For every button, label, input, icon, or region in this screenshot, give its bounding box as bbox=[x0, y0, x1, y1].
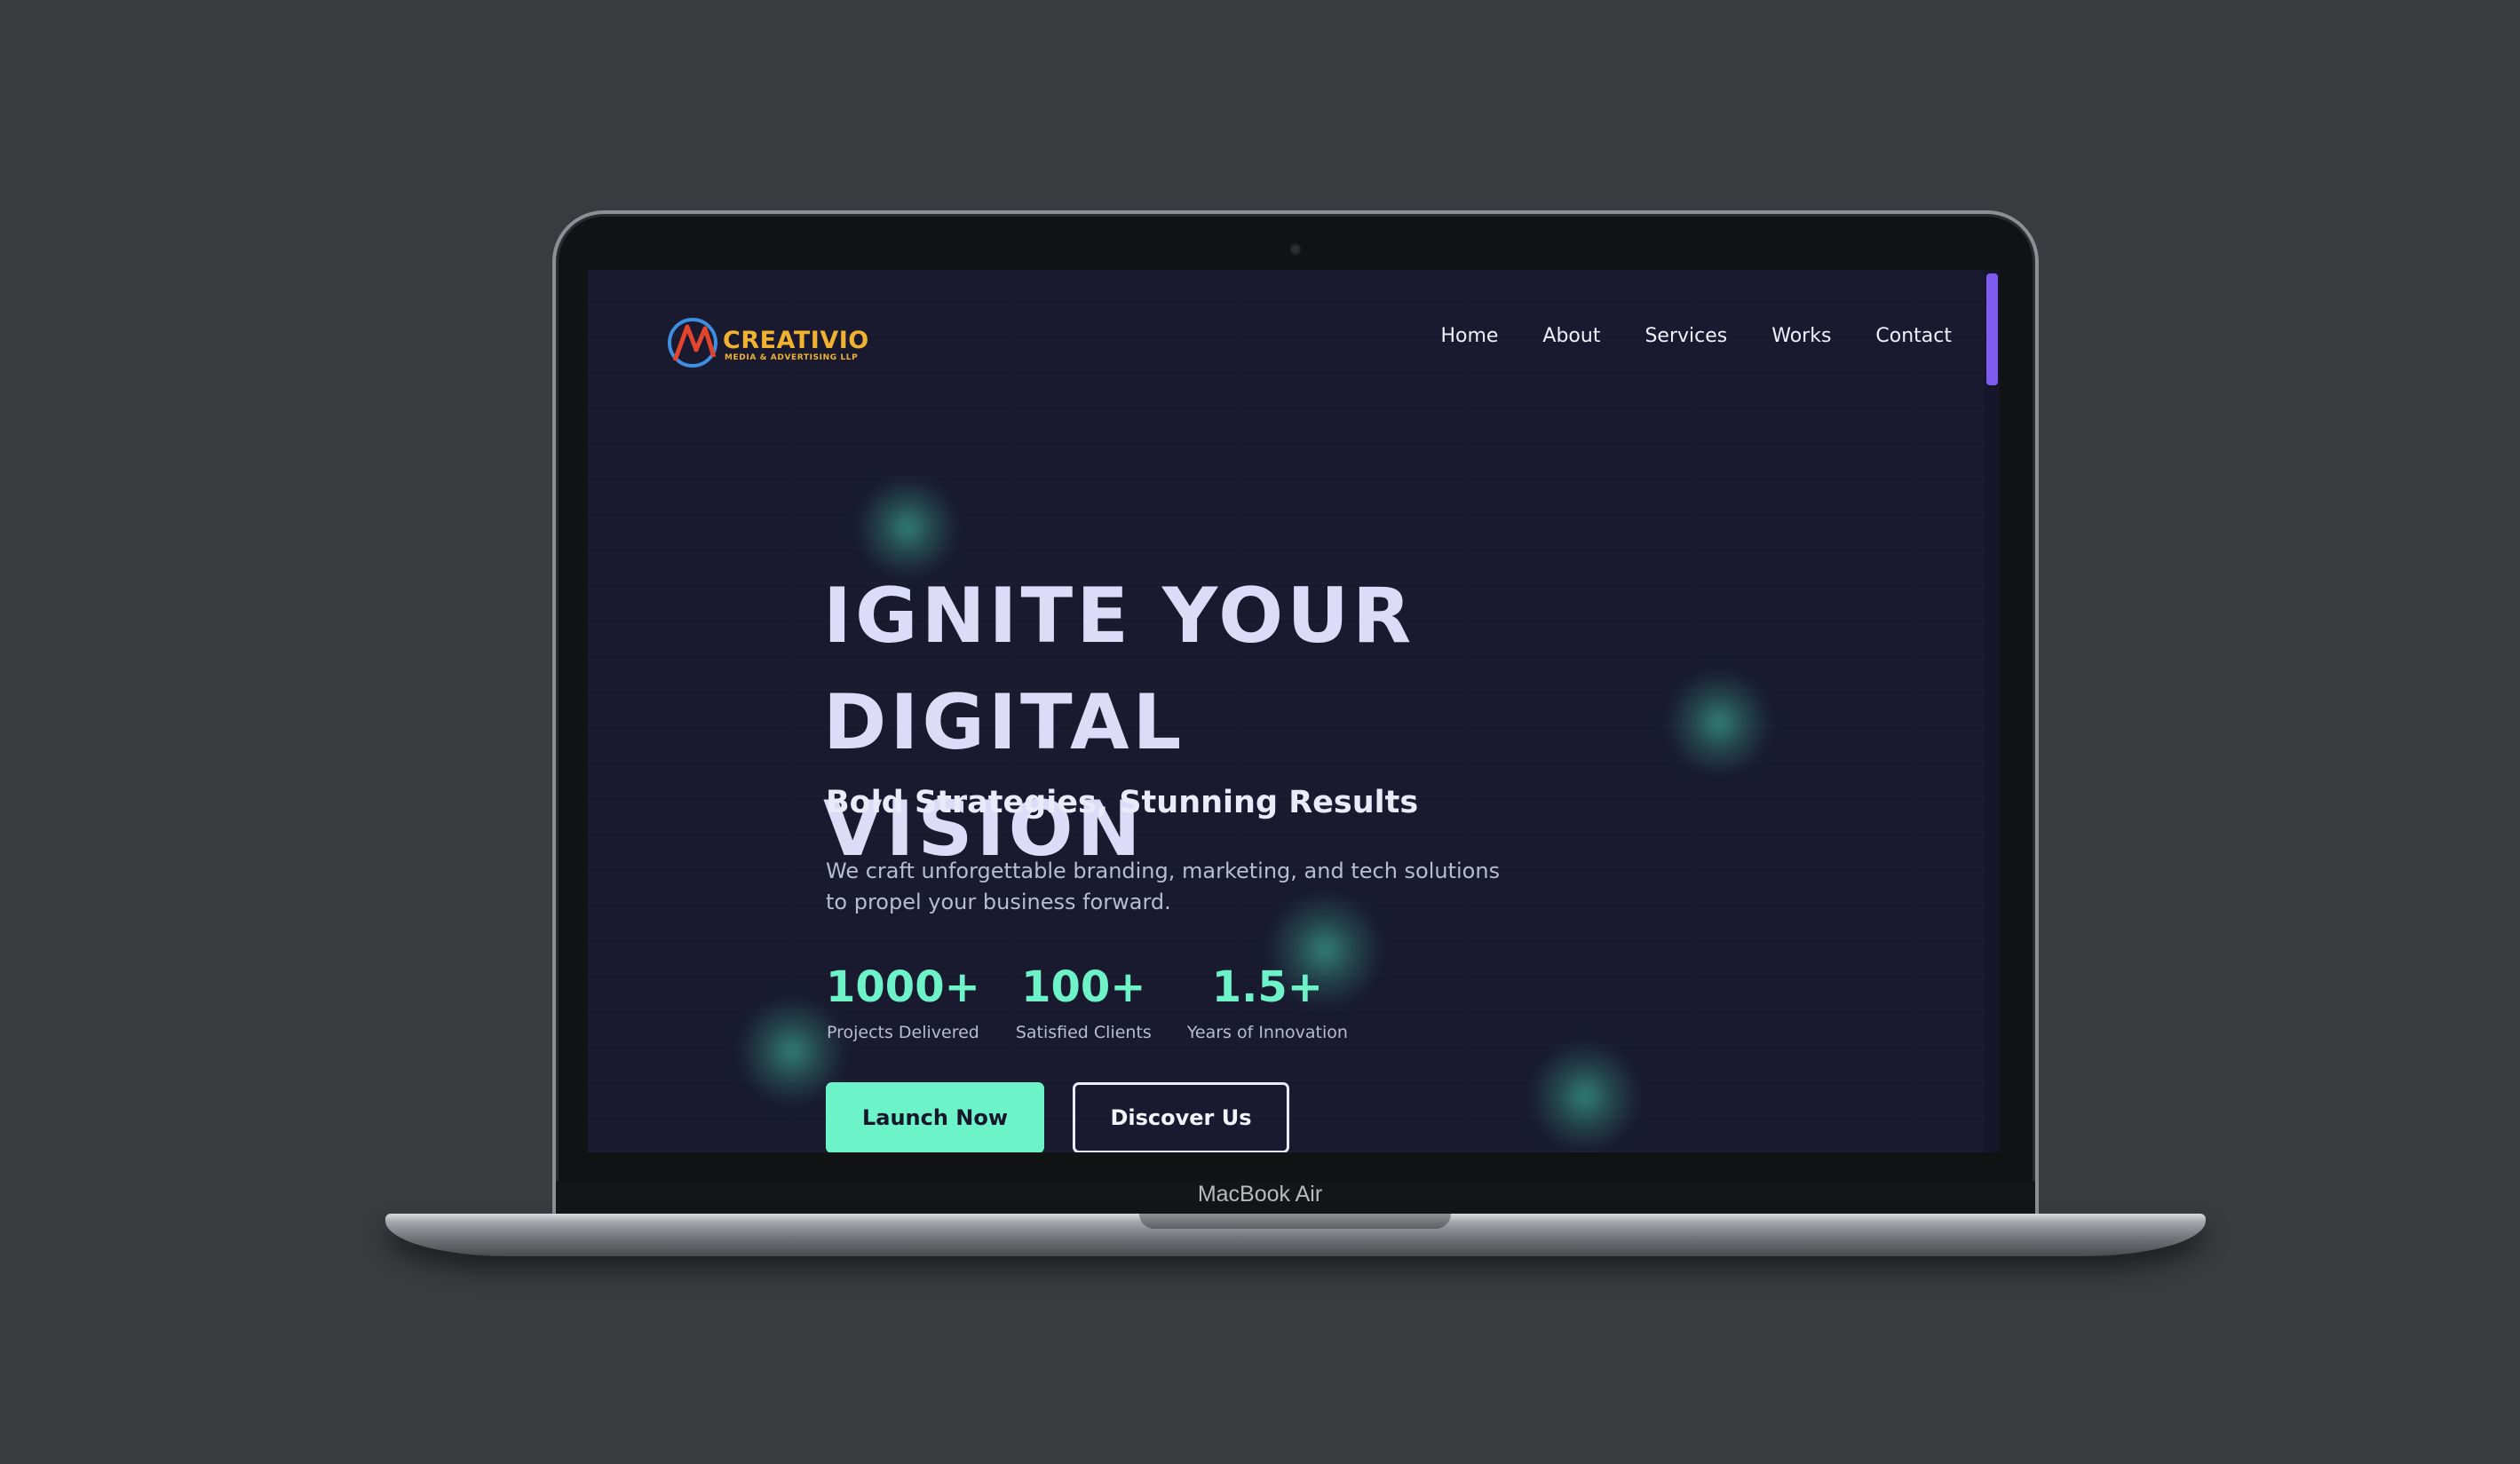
scrollbar-thumb[interactable] bbox=[1986, 273, 1998, 385]
nav-home[interactable]: Home bbox=[1440, 325, 1498, 347]
stat-years: 1.5+ Years of Innovation bbox=[1187, 961, 1348, 1042]
launch-now-button[interactable]: Launch Now bbox=[826, 1082, 1044, 1152]
nav-contact[interactable]: Contact bbox=[1875, 325, 1952, 347]
stat-value: 1000+ bbox=[826, 962, 980, 1012]
stat-value: 100+ bbox=[1021, 962, 1146, 1012]
glow-decoration bbox=[1527, 1039, 1643, 1152]
logo-tagline: MEDIA & ADVERTISING LLP bbox=[725, 353, 859, 362]
hero-title: IGNITE YOUR DIGITAL VISION bbox=[823, 563, 1800, 882]
mockup-stage: CREATIVIO MEDIA & ADVERTISING LLP Home A… bbox=[0, 0, 2520, 1464]
browser-viewport: CREATIVIO MEDIA & ADVERTISING LLP Home A… bbox=[588, 270, 2000, 1152]
laptop-notch bbox=[1139, 1214, 1451, 1229]
main-nav: Home About Services Works Contact bbox=[1440, 325, 1952, 347]
scrollbar-track[interactable] bbox=[1985, 270, 2000, 1152]
stat-clients: 100+ Satisfied Clients bbox=[1016, 961, 1152, 1042]
stat-label: Satisfied Clients bbox=[1015, 1023, 1152, 1042]
hero-description: We craft unforgettable branding, marketi… bbox=[826, 859, 1501, 914]
nav-works[interactable]: Works bbox=[1771, 325, 1831, 347]
stat-value: 1.5+ bbox=[1211, 962, 1323, 1012]
discover-us-button[interactable]: Discover Us bbox=[1073, 1082, 1289, 1152]
camera-icon bbox=[1291, 245, 1300, 254]
stat-label: Years of Innovation bbox=[1186, 1023, 1348, 1042]
logo-wordmark: CREATIVIO bbox=[723, 327, 869, 354]
stat-label: Projects Delivered bbox=[826, 1023, 979, 1042]
hero-title-line-1: IGNITE YOUR DIGITAL bbox=[823, 572, 1415, 767]
stat-projects: 1000+ Projects Delivered bbox=[826, 961, 980, 1042]
hero-subtitle: Bold Strategies, Stunning Results bbox=[826, 785, 1419, 820]
logo-mark-icon bbox=[668, 318, 717, 368]
device-label: MacBook Air bbox=[1197, 1182, 1323, 1207]
stats-row: 1000+ Projects Delivered 100+ Satisfied … bbox=[826, 961, 1348, 1042]
nav-about[interactable]: About bbox=[1542, 325, 1600, 347]
nav-services[interactable]: Services bbox=[1644, 325, 1727, 347]
